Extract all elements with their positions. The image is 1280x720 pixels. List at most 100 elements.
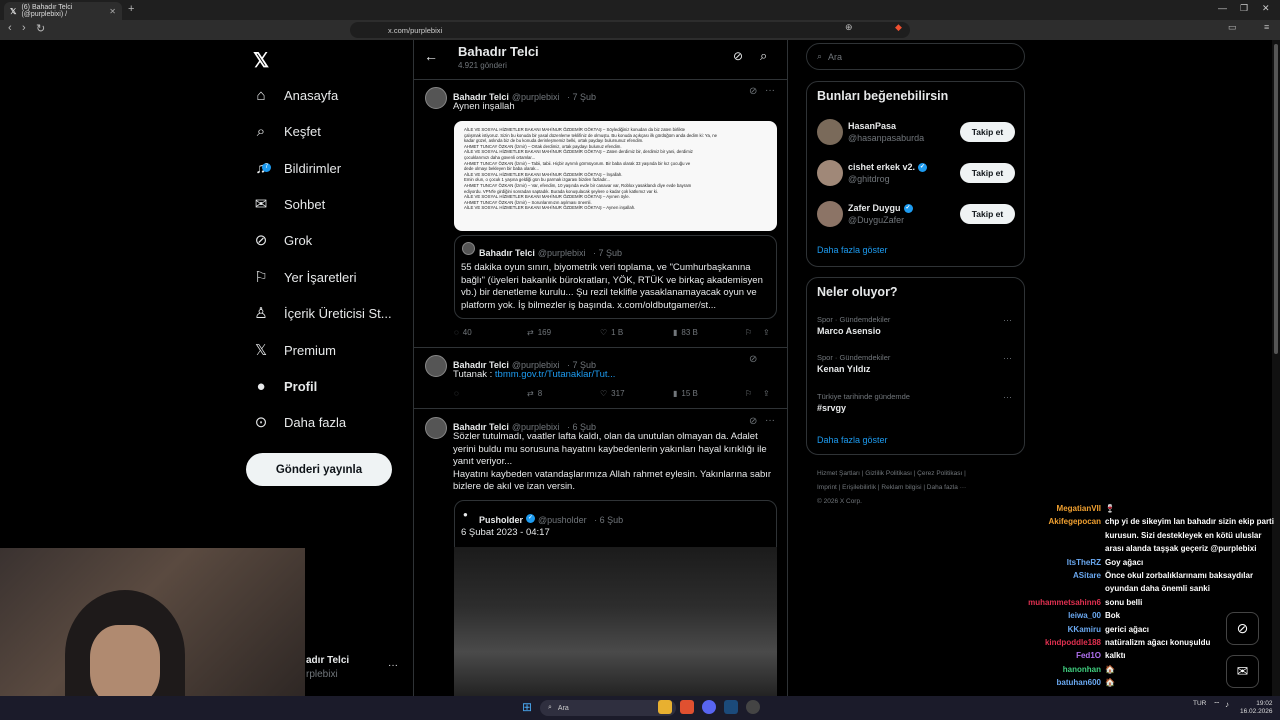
nav-explore[interactable]: ⌕ Keşfet (252, 116, 321, 146)
x-logo-icon[interactable]: 𝕏 (253, 48, 269, 73)
tab-close-icon[interactable]: ✕ (109, 7, 116, 16)
nav-profile[interactable]: ● Profil (252, 371, 317, 401)
nav-creator-studio[interactable]: ♙ İçerik Üreticisi St... (252, 298, 391, 328)
share-icon[interactable]: ⇪ (763, 328, 770, 337)
quote-text: 6 Şubat 2023 - 04:17 (461, 527, 550, 538)
nav-notifications[interactable]: ♫ 7 Bildirimler (252, 153, 341, 183)
chat-text: 🏠 (1105, 678, 1115, 688)
back-arrow-icon[interactable]: ← (424, 48, 438, 64)
steam-icon[interactable] (724, 700, 738, 714)
bookmark-icon[interactable]: ⚐ (745, 389, 763, 398)
nav-more[interactable]: ⊙ Daha fazla (252, 407, 346, 437)
more-icon[interactable]: ··· (1003, 353, 1012, 363)
volume-icon[interactable]: ♪ (1225, 700, 1229, 709)
maximize-icon[interactable]: ❐ (1240, 3, 1248, 14)
suggestion-item[interactable]: cishet erkek v2. ✓ @ghitdrog (817, 158, 928, 188)
chat-text: Bok (1105, 611, 1121, 621)
brave-browser-icon[interactable] (680, 700, 694, 714)
trend-item[interactable]: Türkiye tarihinde gündemde #srvgy (817, 392, 910, 413)
tweet-date[interactable]: · 7 Şub (567, 92, 596, 102)
grok-icon[interactable]: ⊘ (733, 49, 743, 63)
zoom-icon[interactable]: ⊕ (845, 22, 853, 33)
wifi-icon[interactable]: ⌔ (1213, 700, 1221, 710)
reload-icon[interactable]: ↻ (36, 22, 45, 35)
notification-badge: 7 (262, 162, 271, 172)
grok-icon[interactable]: ⊘ (749, 86, 757, 97)
reply-button[interactable]: ◌ (454, 389, 527, 398)
grok-icon[interactable]: ⊘ (749, 354, 757, 365)
like-button[interactable]: ♡ 317 (600, 389, 673, 398)
obs-icon[interactable] (746, 700, 760, 714)
search-input[interactable]: ⌕ Ara (806, 43, 1025, 70)
taskbar-search[interactable]: ⌕ Ara (540, 700, 676, 716)
follow-button[interactable]: Takip et (960, 204, 1015, 224)
nav-grok[interactable]: ⊘ Grok (252, 225, 312, 255)
discord-icon[interactable] (702, 700, 716, 714)
window-close-icon[interactable]: ✕ (1262, 3, 1270, 14)
browser-tab[interactable]: 𝕏 (6) Bahadır Telci (@purplebixi) / ✕ (4, 2, 122, 20)
views-button[interactable]: ▮ 83 B (673, 328, 745, 337)
forward-icon[interactable]: › (22, 22, 26, 34)
account-switcher[interactable]: adır Telci rplebixi (306, 655, 349, 680)
nav-label: Premium (284, 342, 337, 358)
back-icon[interactable]: ‹ (8, 22, 12, 34)
tweet-image[interactable]: AİLE VE SOSYAL HİZMETLER BAKANI MAHİNUR … (454, 121, 777, 231)
like-button[interactable]: ♡ 1 B (600, 328, 673, 337)
more-icon[interactable]: ··· (388, 660, 398, 671)
more-icon[interactable]: ··· (765, 415, 775, 426)
nav-label: Bildirimler (284, 160, 342, 176)
footer-line[interactable]: Hizmet Şartları | Gizlilik Politikası | … (817, 467, 1017, 481)
show-more-link[interactable]: Daha fazla göster (817, 245, 888, 255)
like-count: 1 B (611, 328, 624, 337)
trend-item[interactable]: Spor · Gündemdekiler Marco Asensio (817, 315, 890, 336)
views-button[interactable]: ▮ 15 B (673, 389, 745, 398)
file-explorer-icon[interactable] (658, 700, 672, 714)
grok-float-button[interactable]: ⊘ (1226, 612, 1259, 645)
more-icon[interactable]: ··· (1003, 392, 1012, 402)
new-tab-icon[interactable]: + (128, 3, 134, 15)
nav-home[interactable]: ⌂ Anasayfa (252, 80, 338, 110)
grok-icon[interactable]: ⊘ (749, 416, 757, 427)
trend-name: #srvgy (817, 403, 847, 413)
clock[interactable]: 19:02 16.02.2026 (1240, 700, 1273, 716)
nav-messages[interactable]: ✉ Sohbet (252, 189, 326, 219)
messages-float-button[interactable]: ✉ (1226, 655, 1259, 688)
tab-title: (6) Bahadır Telci (@purplebixi) / (21, 4, 73, 18)
menu-icon[interactable]: ≡ (1264, 22, 1269, 32)
sidebar-icon[interactable]: ▭ (1228, 22, 1237, 33)
share-icon[interactable]: ⇪ (763, 389, 770, 398)
earthquake-photo[interactable] (454, 547, 777, 697)
minimize-icon[interactable]: — (1218, 3, 1227, 13)
windows-start-icon[interactable]: ⊞ (522, 700, 532, 714)
tweet-text-prefix: Tutanak : (453, 369, 495, 380)
scrollbar-thumb[interactable] (1274, 44, 1278, 354)
tweet-text: Tutanak : tbmm.gov.tr/Tutanaklar/Tut... (453, 369, 615, 382)
footer-line[interactable]: Imprint | Erişilebilirlik | Reklam bilgi… (817, 481, 1017, 495)
repost-button[interactable]: ⇄ 8 (527, 389, 600, 398)
avatar[interactable] (425, 417, 447, 439)
suggestion-item[interactable]: HasanPasa @hasanpasaburda (817, 117, 924, 147)
brave-shield-icon[interactable]: ◆ (895, 22, 902, 33)
avatar[interactable] (425, 87, 447, 109)
chat-text: kalktı (1105, 651, 1126, 661)
search-icon[interactable]: ⌕ (760, 48, 767, 64)
show-more-link[interactable]: Daha fazla göster (817, 435, 888, 445)
suggestion-item[interactable]: Zafer Duygu ✓ @DuyguZafer (817, 199, 913, 229)
bookmark-icon[interactable]: ⚐ (745, 328, 763, 337)
language-indicator[interactable]: TUR (1193, 700, 1206, 707)
url-field[interactable]: x.com/purplebixi (350, 22, 910, 38)
follow-button[interactable]: Takip et (960, 163, 1015, 183)
avatar[interactable] (425, 355, 447, 377)
reply-button[interactable]: ◌ 40 (454, 328, 527, 337)
follow-button[interactable]: Takip et (960, 122, 1015, 142)
trend-item[interactable]: Spor · Gündemdekiler Kenan Yıldız (817, 353, 890, 374)
tweet-link[interactable]: tbmm.gov.tr/Tutanaklar/Tut... (495, 369, 616, 380)
footer-links[interactable]: Hizmet Şartları | Gizlilik Politikası | … (817, 467, 1017, 509)
nav-premium[interactable]: 𝕏 Premium (252, 335, 336, 365)
browser-tab-bar (0, 0, 1280, 20)
more-icon[interactable]: ··· (765, 85, 775, 96)
nav-bookmarks[interactable]: ⚐ Yer İşaretleri (252, 262, 356, 292)
more-icon[interactable]: ··· (1003, 315, 1012, 325)
repost-button[interactable]: ⇄ 169 (527, 328, 600, 337)
post-button[interactable]: Gönderi yayınla (246, 453, 392, 486)
